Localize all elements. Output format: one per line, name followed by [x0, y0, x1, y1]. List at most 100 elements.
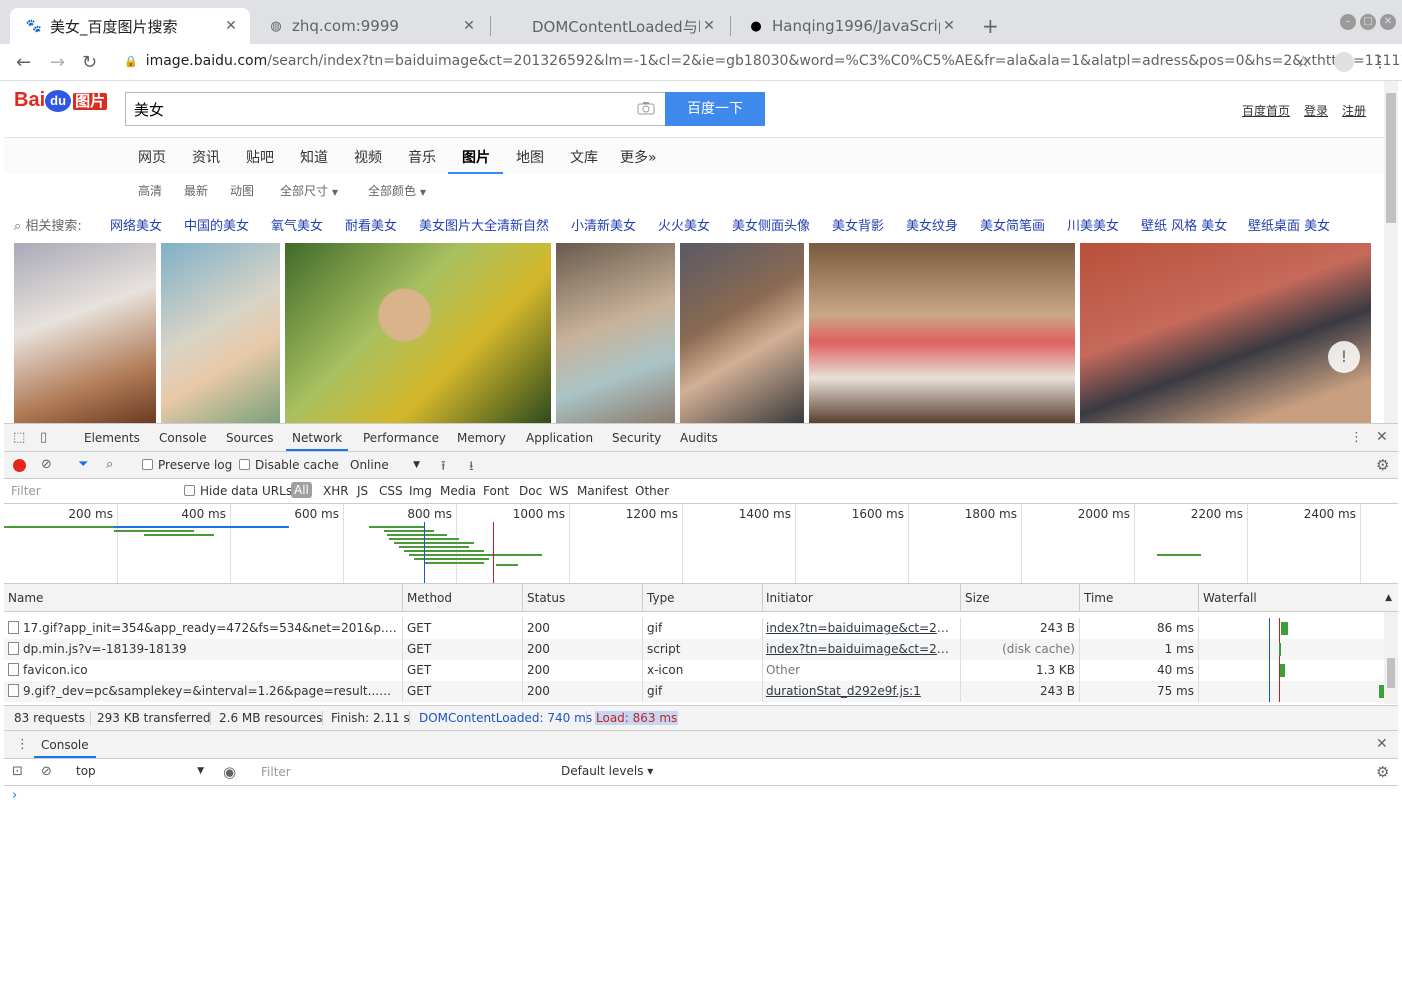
cell-initiator[interactable]: index?tn=baiduimage&ct=20132... [762, 618, 961, 639]
table-row[interactable]: 17.gif?app_init=354&app_ready=472&fs=534… [4, 618, 1384, 639]
console-filter-input[interactable]: Filter [254, 761, 552, 782]
result-image[interactable] [14, 243, 156, 423]
close-icon[interactable]: ✕ [222, 18, 240, 34]
log-levels-select[interactable]: Default levels ▾ [561, 764, 653, 778]
baidu-logo[interactable]: Bai du 图片 [14, 89, 108, 112]
type-filter-css[interactable]: CSS [379, 484, 403, 498]
import-har-icon[interactable]: ⭱ [441, 457, 446, 479]
close-icon[interactable]: ✕ [940, 18, 958, 34]
reload-icon[interactable]: ↻ [82, 52, 97, 73]
search-button[interactable]: 百度一下 [665, 92, 765, 126]
result-image[interactable] [556, 243, 675, 423]
close-icon[interactable]: ✕ [700, 18, 718, 34]
nav-zhidao[interactable]: 知道 [300, 147, 328, 167]
related-link[interactable]: 美女侧面头像 [732, 215, 810, 234]
clear-console-icon[interactable]: ⊘ [41, 764, 52, 779]
inspect-element-icon[interactable]: ⬚ [13, 430, 25, 445]
tab-security[interactable]: Security [612, 431, 661, 445]
result-image[interactable] [161, 243, 280, 423]
drawer-tab-console[interactable]: Console [41, 738, 89, 752]
new-tab-icon[interactable]: + [982, 14, 999, 38]
table-row[interactable]: dp.min.js?v=-18139-18139 GET 200 script inde… [4, 639, 1384, 660]
col-waterfall[interactable]: Waterfall ▲ [1199, 584, 1398, 612]
search-input[interactable]: 美女 [125, 92, 666, 126]
filter-size[interactable]: 全部尺寸 ▼ [280, 182, 338, 199]
address-bar[interactable]: 🔒 image.baidu.com/search/index?tn=baiduim… [124, 53, 1402, 69]
table-scrollbar[interactable] [1384, 612, 1398, 704]
filter-animated[interactable]: 动图 [230, 182, 254, 199]
nav-music[interactable]: 音乐 [408, 147, 436, 167]
related-link[interactable]: 美女图片大全清新自然 [419, 215, 549, 234]
settings-gear-icon[interactable]: ⚙ [1376, 456, 1389, 474]
related-link[interactable]: 中国的美女 [184, 215, 249, 234]
related-link[interactable]: 网络美女 [110, 215, 162, 234]
tab-audits[interactable]: Audits [680, 431, 718, 445]
col-time[interactable]: Time [1080, 584, 1199, 612]
context-select[interactable]: top ▼ [68, 764, 208, 778]
hide-data-urls-checkbox[interactable]: Hide data URLs [184, 484, 292, 498]
related-link[interactable]: 美女背影 [832, 215, 884, 234]
type-filter-doc[interactable]: Doc [519, 484, 542, 498]
col-status[interactable]: Status [523, 584, 643, 612]
preserve-log-checkbox[interactable]: Preserve log [142, 458, 232, 472]
table-row[interactable]: 9.gif?_dev=pc&samplekey=&interval=1.26&p… [4, 681, 1384, 702]
col-method[interactable]: Method [403, 584, 523, 612]
report-icon[interactable]: ! [1328, 341, 1360, 373]
record-icon[interactable] [13, 459, 26, 472]
type-filter-other[interactable]: Other [635, 484, 669, 498]
nav-map[interactable]: 地图 [516, 147, 544, 167]
link-baidu-home[interactable]: 百度首页 [1242, 102, 1290, 119]
settings-gear-icon[interactable]: ⚙ [1376, 763, 1389, 781]
type-filter-img[interactable]: Img [409, 484, 432, 498]
cell-initiator[interactable]: index?tn=baiduimage&ct=20132... [762, 639, 961, 660]
table-row[interactable]: favicon.ico GET 200 x-icon Other 1.3 KB 40 ms [4, 660, 1384, 681]
cell-initiator[interactable]: durationStat_d292e9f.js:1 [762, 681, 961, 702]
link-login[interactable]: 登录 [1304, 102, 1328, 119]
nav-news[interactable]: 资讯 [192, 147, 220, 167]
type-filter-manifest[interactable]: Manifest [577, 484, 628, 498]
col-name[interactable]: Name [4, 584, 403, 612]
nav-wenku[interactable]: 文库 [570, 147, 598, 167]
related-link[interactable]: 火火美女 [658, 215, 710, 234]
related-link[interactable]: 美女纹身 [906, 215, 958, 234]
network-overview-timeline[interactable]: 200 ms 400 ms 600 ms 800 ms 1000 ms 1200 ms 14… [4, 504, 1398, 584]
filter-latest[interactable]: 最新 [184, 182, 208, 199]
tab-baidu-image[interactable]: 🐾 美女_百度图片搜索 ✕ [10, 8, 250, 44]
tab-console[interactable]: Console [159, 431, 207, 445]
col-type[interactable]: Type [643, 584, 763, 612]
drawer-menu-icon[interactable]: ⋮ [16, 737, 29, 752]
related-link[interactable]: 壁纸 风格 美女 [1141, 215, 1227, 234]
nav-more[interactable]: 更多» [620, 147, 657, 167]
result-image[interactable] [809, 243, 1075, 423]
related-link[interactable]: 小清新美女 [571, 215, 636, 234]
bookmark-star-icon[interactable]: ☆ [1296, 52, 1310, 71]
col-initiator[interactable]: Initiator [762, 584, 961, 612]
filter-hd[interactable]: 高清 [138, 182, 162, 199]
eye-icon[interactable]: ◉ [223, 763, 236, 781]
type-filter-all[interactable]: All [291, 482, 312, 498]
nav-images[interactable]: 图片 [462, 147, 490, 167]
export-har-icon[interactable]: ⭳ [469, 457, 474, 479]
close-icon[interactable]: ✕ [1376, 736, 1388, 752]
nav-video[interactable]: 视频 [354, 147, 382, 167]
disable-cache-checkbox[interactable]: Disable cache [239, 458, 339, 472]
related-link[interactable]: 耐看美女 [345, 215, 397, 234]
console-prompt[interactable]: › [12, 788, 17, 803]
scrollbar-thumb[interactable] [1386, 93, 1396, 223]
result-image[interactable]: ! [1080, 243, 1371, 423]
type-filter-font[interactable]: Font [483, 484, 509, 498]
type-filter-js[interactable]: JS [357, 484, 368, 498]
tab-sources[interactable]: Sources [226, 431, 273, 445]
result-image[interactable] [285, 243, 551, 423]
tab-application[interactable]: Application [526, 431, 593, 445]
search-icon[interactable]: ⌕ [106, 457, 113, 472]
device-toolbar-icon[interactable]: ▯ [40, 430, 47, 445]
clear-icon[interactable]: ⊘ [41, 457, 52, 472]
filter-icon[interactable]: ⏷ [78, 457, 88, 472]
filter-input[interactable]: Filter [6, 481, 170, 501]
tab-github[interactable]: ● Hanqing1996/JavaScript ✕ [732, 8, 968, 44]
close-icon[interactable]: ✕ [1376, 429, 1388, 445]
maximize-icon[interactable]: □ [1360, 14, 1376, 30]
tab-performance[interactable]: Performance [363, 431, 439, 445]
menu-kebab-icon[interactable]: ⋮ [1372, 52, 1388, 71]
